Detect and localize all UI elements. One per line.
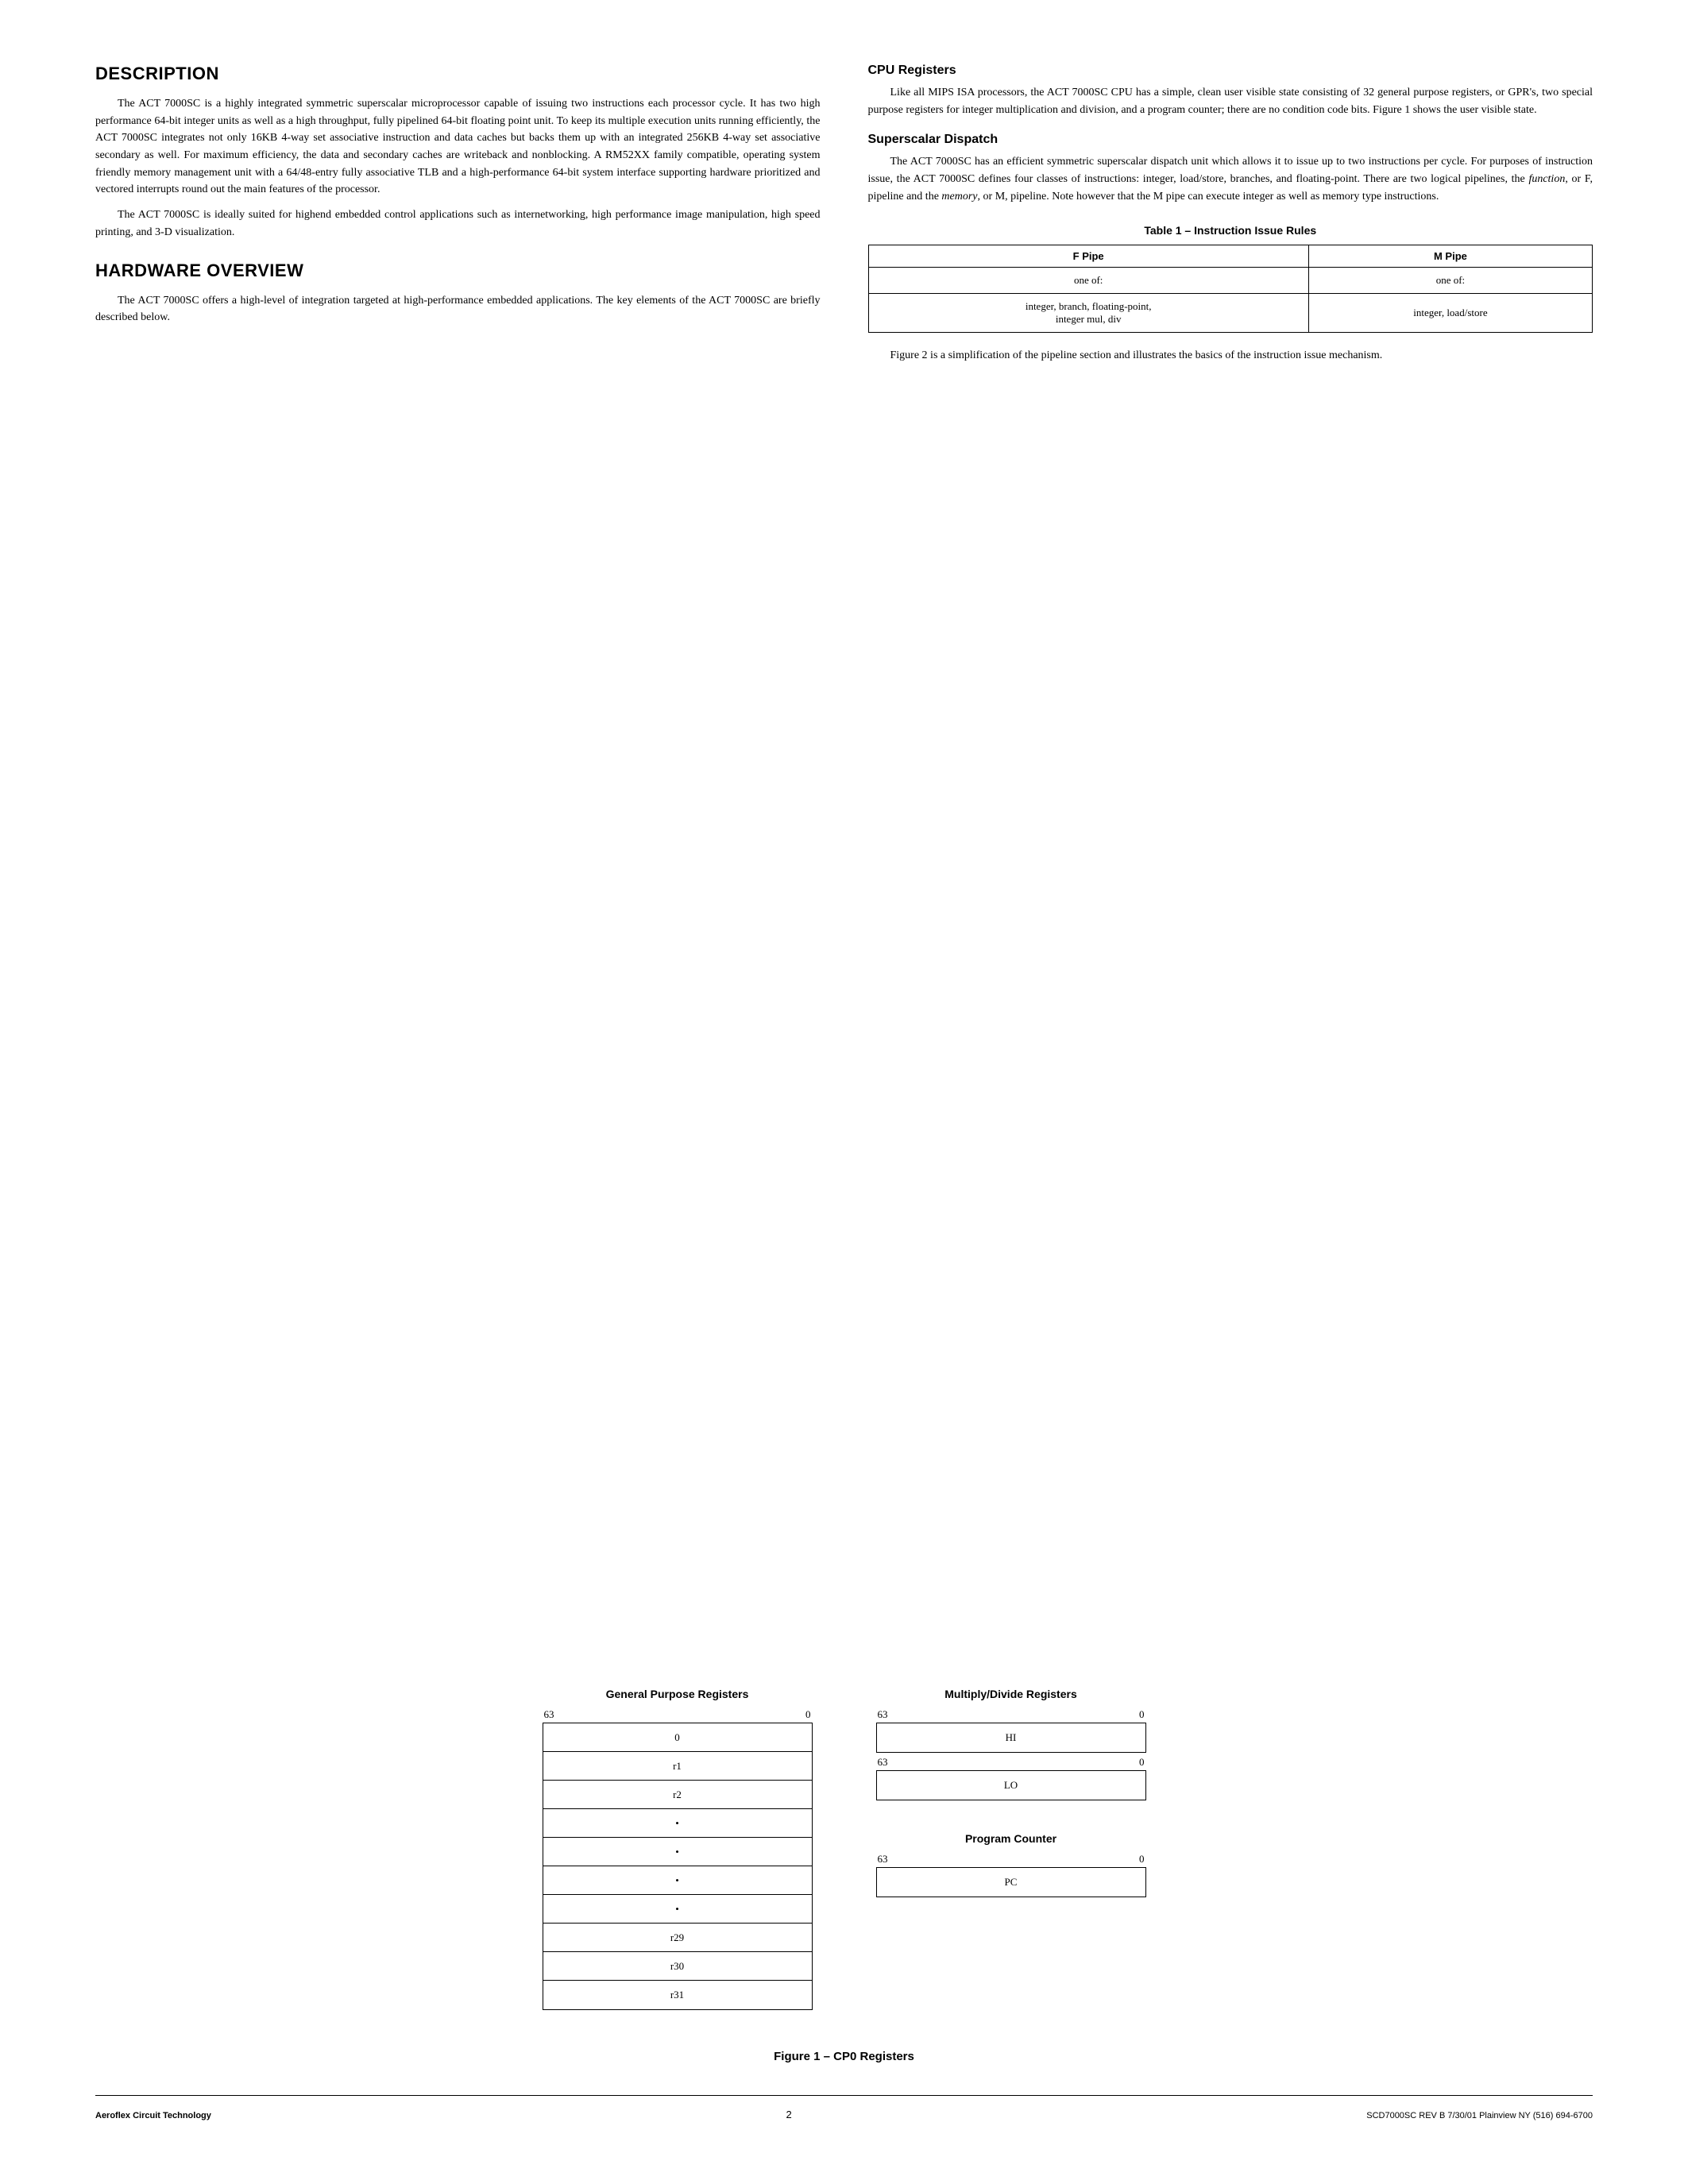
pc-range-labels: 63 0 (876, 1853, 1146, 1866)
right-diagrams: Multiply/Divide Registers 63 0 HI 63 0 (876, 1688, 1146, 1897)
superscalar-dispatch-title: Superscalar Dispatch (868, 133, 1593, 147)
hi-range-labels: 63 0 (876, 1708, 1146, 1721)
gpr-row-dot3: • (543, 1866, 812, 1895)
pc-row: PC (877, 1868, 1145, 1897)
footer-page-number: 2 (786, 2109, 791, 2120)
gpr-title: General Purpose Registers (606, 1688, 749, 1700)
gpr-row-dot2: • (543, 1838, 812, 1866)
lo-bit-low: 0 (1139, 1756, 1145, 1769)
diagram-section: General Purpose Registers 63 0 0 r1 r2 •… (95, 1688, 1593, 2010)
gpr-row-r30: r30 (543, 1952, 812, 1981)
gpr-row-dot4: • (543, 1895, 812, 1924)
superscalar-dispatch-para: The ACT 7000SC has an efficient symmetri… (868, 153, 1593, 205)
table-1-title: Table 1 – Instruction Issue Rules (868, 224, 1593, 237)
main-content: DESCRIPTION The ACT 7000SC is a highly i… (95, 64, 1593, 1640)
gpr-row-dot1: • (543, 1809, 812, 1838)
table-cell-mpipe-1: one of: (1308, 268, 1592, 294)
gpr-diagram: General Purpose Registers 63 0 0 r1 r2 •… (543, 1688, 813, 2010)
lo-range-labels: 63 0 (876, 1756, 1146, 1769)
lo-bit-high: 63 (878, 1756, 888, 1769)
md-section: Multiply/Divide Registers 63 0 HI 63 0 (876, 1688, 1146, 1800)
table-row-2: integer, branch, floating-point,integer … (868, 294, 1593, 333)
instruction-issue-table: F Pipe M Pipe one of: one of: integer, b… (868, 245, 1593, 333)
pc-box: PC (876, 1867, 1146, 1897)
hardware-overview-title: HARDWARE OVERVIEW (95, 260, 821, 281)
hi-bit-low: 0 (1139, 1708, 1145, 1721)
gpr-bit-high: 63 (544, 1708, 554, 1721)
table-1-section: Table 1 – Instruction Issue Rules F Pipe… (868, 224, 1593, 333)
gpr-range-labels: 63 0 (543, 1708, 813, 1721)
description-para-2: The ACT 7000SC is ideally suited for hig… (95, 206, 821, 241)
pc-title: Program Counter (965, 1832, 1056, 1845)
table-cell-fpipe-2: integer, branch, floating-point,integer … (868, 294, 1308, 333)
pc-section: Program Counter 63 0 PC (876, 1832, 1146, 1897)
footer-left: Aeroflex Circuit Technology (95, 2111, 211, 2120)
gpr-box: 0 r1 r2 • • • • r29 r30 r31 (543, 1723, 813, 2010)
footer-right: SCD7000SC REV B 7/30/01 Plainview NY (51… (1366, 2111, 1593, 2120)
description-title: DESCRIPTION (95, 64, 821, 84)
table-row-1: one of: one of: (868, 268, 1593, 294)
hi-bit-high: 63 (878, 1708, 888, 1721)
gpr-row-r29: r29 (543, 1924, 812, 1952)
gpr-row-r2: r2 (543, 1781, 812, 1809)
gpr-row-r1: r1 (543, 1752, 812, 1781)
right-column: CPU Registers Like all MIPS ISA processo… (868, 64, 1593, 1640)
lo-box: LO (876, 1770, 1146, 1800)
description-para-1: The ACT 7000SC is a highly integrated sy… (95, 95, 821, 199)
lo-group: 63 0 LO (876, 1756, 1146, 1800)
cpu-registers-title: CPU Registers (868, 64, 1593, 78)
figure-1-caption: Figure 1 – CP0 Registers (95, 2050, 1593, 2063)
gpr-row-r31: r31 (543, 1981, 812, 2009)
hi-box: HI (876, 1723, 1146, 1753)
md-title: Multiply/Divide Registers (876, 1688, 1146, 1700)
figure2-note: Figure 2 is a simplification of the pipe… (868, 347, 1593, 365)
table-cell-fpipe-1: one of: (868, 268, 1308, 294)
table-header-mpipe: M Pipe (1308, 245, 1592, 268)
table-header-fpipe: F Pipe (868, 245, 1308, 268)
gpr-bit-low: 0 (805, 1708, 811, 1721)
gpr-row-0: 0 (543, 1723, 812, 1752)
table-cell-mpipe-2: integer, load/store (1308, 294, 1592, 333)
hi-row: HI (877, 1723, 1145, 1752)
page-footer: Aeroflex Circuit Technology 2 SCD7000SC … (95, 2095, 1593, 2120)
page: DESCRIPTION The ACT 7000SC is a highly i… (0, 0, 1688, 2184)
cpu-registers-para: Like all MIPS ISA processors, the ACT 70… (868, 84, 1593, 118)
hardware-overview-para: The ACT 7000SC offers a high-level of in… (95, 292, 821, 326)
left-column: DESCRIPTION The ACT 7000SC is a highly i… (95, 64, 821, 1640)
lo-row: LO (877, 1771, 1145, 1800)
pc-bit-high: 63 (878, 1853, 888, 1866)
hi-group: 63 0 HI (876, 1708, 1146, 1753)
pc-bit-low: 0 (1139, 1853, 1145, 1866)
